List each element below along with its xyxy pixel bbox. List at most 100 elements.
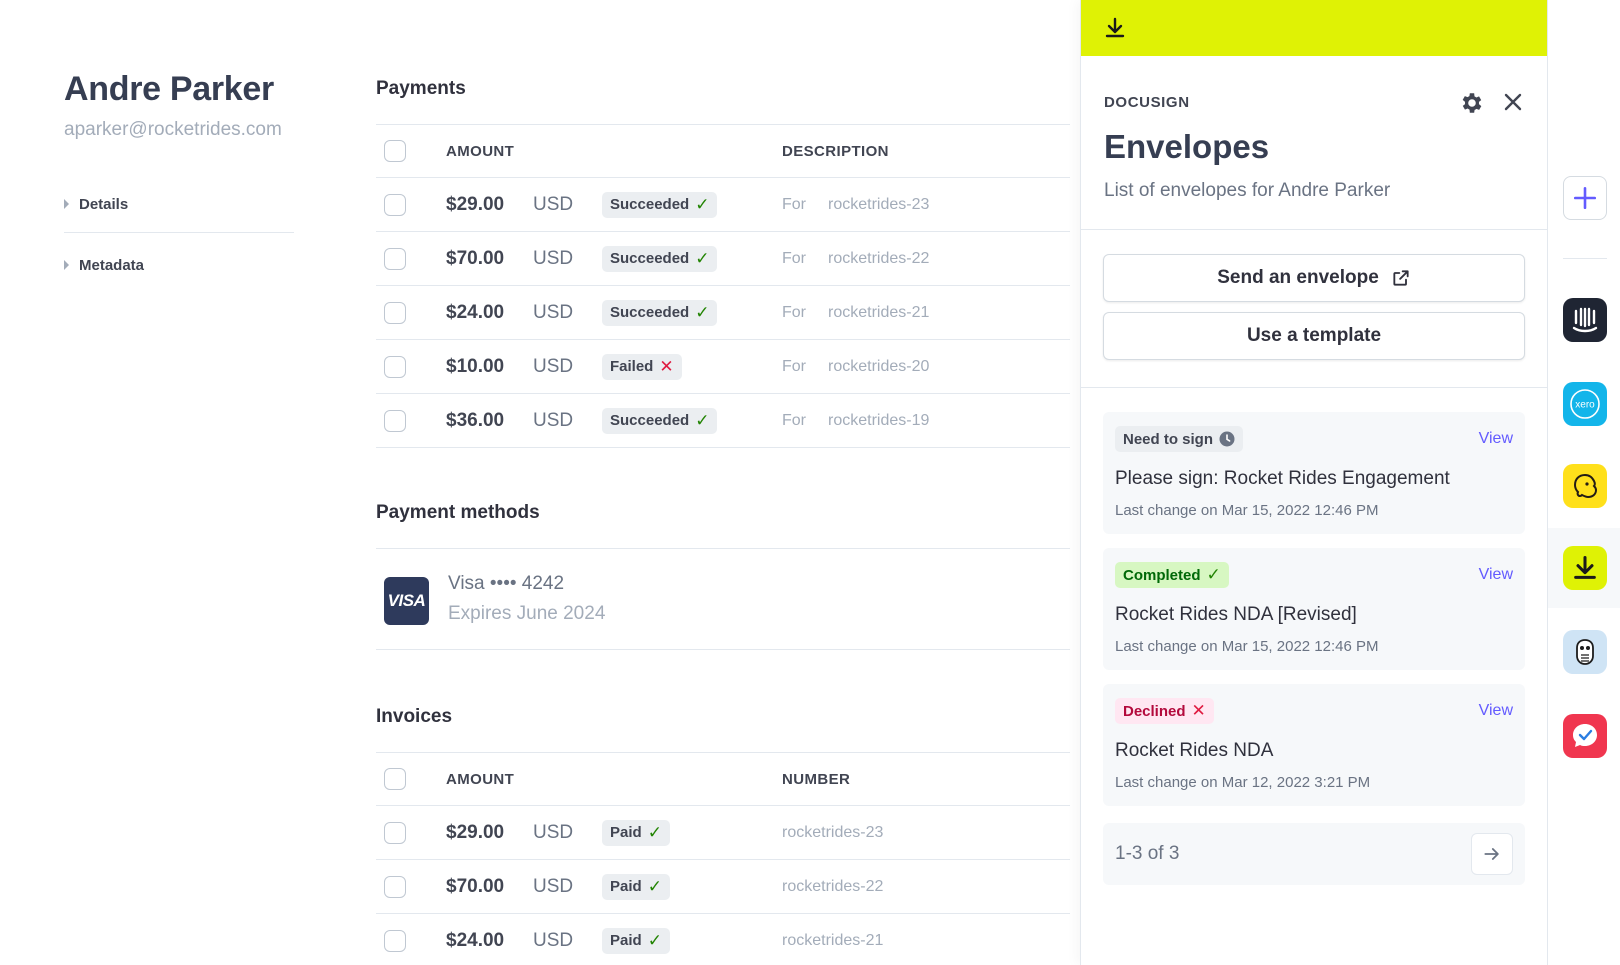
pagination-count: 1-3 of 3 [1115, 843, 1180, 864]
envelope-status-label: Completed [1123, 566, 1201, 584]
payment-amount: $70.00 [446, 247, 505, 269]
payment-amount: $10.00 [446, 355, 505, 377]
status-label: Succeeded [610, 196, 690, 213]
panel-actions: Send an envelope Use a template [1081, 230, 1547, 388]
payment-currency: USD [533, 301, 574, 323]
mailchimp-app-button[interactable] [1563, 464, 1607, 508]
status-badge: Paid ✓ [602, 819, 670, 846]
row-checkbox[interactable] [384, 409, 406, 432]
metadata-label: Metadata [79, 256, 145, 274]
task-app-button[interactable] [1563, 714, 1607, 758]
row-checkbox[interactable] [384, 193, 406, 216]
payment-description: For rocketrides-22 [782, 250, 929, 268]
select-all-checkbox[interactable] [384, 140, 406, 162]
metadata-accordion[interactable]: Metadata [64, 250, 294, 280]
description-prefix: For [782, 357, 806, 375]
intercom-app-button[interactable] [1563, 298, 1607, 342]
caret-right-icon [64, 260, 69, 270]
visa-logo: VISA [384, 577, 429, 625]
description-prefix: For [782, 303, 806, 321]
divider [64, 232, 294, 233]
xero-app-button[interactable]: xero [1563, 382, 1607, 426]
check-icon: ✓ [695, 410, 710, 430]
payment-description: For rocketrides-23 [782, 196, 929, 214]
payment-amount: $29.00 [446, 193, 505, 215]
check-icon: ✓ [695, 248, 710, 268]
docusign-app-button-active[interactable] [1548, 528, 1620, 608]
description-value: rocketrides-21 [828, 303, 930, 321]
row-checkbox[interactable] [384, 875, 406, 898]
envelope-last-change: Last change on Mar 15, 2022 12:46 PM [1115, 502, 1379, 519]
table-row[interactable]: $29.00 USD Succeeded ✓ For rocketrides-23 [376, 178, 1070, 232]
table-row[interactable]: $70.00 USD Succeeded ✓ For rocketrides-22 [376, 232, 1070, 286]
status-badge: Succeeded ✓ [602, 407, 718, 434]
payment-currency: USD [533, 355, 574, 377]
payment-method-row[interactable]: VISA Visa •••• 4242 Expires June 2024 [376, 548, 1070, 650]
mailchimp-icon [1573, 473, 1598, 499]
invoices-header-row: AMOUNT NUMBER [376, 752, 1070, 806]
table-row[interactable]: $36.00 USD Succeeded ✓ For rocketrides-19 [376, 394, 1070, 448]
envelope-title: Rocket Rides NDA [1115, 740, 1274, 761]
description-prefix: For [782, 195, 806, 213]
card-label: Visa •••• 4242 [448, 573, 565, 594]
description-value: rocketrides-23 [828, 195, 930, 213]
invoices-title: Invoices [376, 706, 453, 727]
envelope-status-label: Declined [1123, 702, 1186, 720]
invoice-amount: $70.00 [446, 875, 505, 897]
description-value: rocketrides-20 [828, 357, 930, 375]
table-row[interactable]: $10.00 USD Failed ✕ For rocketrides-20 [376, 340, 1070, 394]
docusign-app-tile [1562, 546, 1607, 590]
arrow-right-icon [1484, 848, 1499, 860]
select-all-checkbox[interactable] [384, 768, 406, 790]
pagination: 1-3 of 3 [1103, 823, 1525, 885]
table-row[interactable]: $29.00 USD Paid ✓ rocketrides-23 [376, 806, 1070, 860]
row-checkbox[interactable] [384, 355, 406, 378]
close-icon[interactable] [1501, 90, 1525, 114]
description-header: DESCRIPTION [782, 142, 889, 160]
envelope-status-label: Need to sign [1123, 430, 1214, 448]
card-expiry: Expires June 2024 [448, 603, 606, 624]
hootsuite-app-button[interactable] [1563, 630, 1607, 674]
hootsuite-icon [1576, 639, 1594, 665]
payment-currency: USD [533, 247, 574, 269]
details-accordion[interactable]: Details [64, 189, 294, 219]
envelope-card: Declined ✕ View Rocket Rides NDA Last change… [1103, 684, 1525, 806]
status-badge: Succeeded ✓ [602, 191, 718, 218]
use-template-button[interactable]: Use a template [1103, 312, 1525, 360]
payment-methods-title: Payment methods [376, 502, 540, 523]
table-row[interactable]: $70.00 USD Paid ✓ rocketrides-22 [376, 860, 1070, 914]
status-badge: Succeeded ✓ [602, 245, 718, 272]
row-checkbox[interactable] [384, 821, 406, 844]
row-checkbox[interactable] [384, 929, 406, 952]
envelope-last-change: Last change on Mar 12, 2022 3:21 PM [1115, 774, 1371, 791]
add-app-button[interactable] [1563, 176, 1607, 220]
next-page-button[interactable] [1471, 833, 1513, 875]
customer-email: aparker@rocketrides.com [64, 119, 282, 140]
envelope-card: Completed ✓ View Rocket Rides NDA [Revised]… [1103, 548, 1525, 670]
payments-table: AMOUNT DESCRIPTION $29.00 USD Succeeded ✓ Fo… [376, 124, 1070, 448]
send-envelope-button[interactable]: Send an envelope [1103, 254, 1525, 302]
gear-icon[interactable] [1459, 90, 1485, 116]
view-envelope-link[interactable]: View [1479, 566, 1513, 584]
status-label: Paid [610, 824, 642, 841]
description-value: rocketrides-19 [828, 411, 930, 429]
invoice-number: rocketrides-22 [782, 877, 884, 895]
row-checkbox[interactable] [384, 301, 406, 324]
status-label: Paid [610, 932, 642, 949]
status-label: Succeeded [610, 412, 690, 429]
x-icon: ✕ [659, 356, 674, 376]
send-envelope-label: Send an envelope [1217, 267, 1379, 288]
row-checkbox[interactable] [384, 247, 406, 270]
status-badge: Paid ✓ [602, 927, 670, 954]
payments-header-row: AMOUNT DESCRIPTION [376, 124, 1070, 178]
invoice-currency: USD [533, 821, 574, 843]
app-panel-header-bar [1081, 0, 1547, 56]
invoice-number: rocketrides-21 [782, 931, 884, 949]
envelope-title: Please sign: Rocket Rides Engagement [1115, 468, 1450, 489]
amount-header: AMOUNT [446, 142, 515, 160]
use-template-label: Use a template [1246, 325, 1382, 346]
table-row[interactable]: $24.00 USD Paid ✓ rocketrides-21 [376, 914, 1070, 965]
table-row[interactable]: $24.00 USD Succeeded ✓ For rocketrides-21 [376, 286, 1070, 340]
view-envelope-link[interactable]: View [1479, 430, 1513, 448]
view-envelope-link[interactable]: View [1479, 702, 1513, 720]
